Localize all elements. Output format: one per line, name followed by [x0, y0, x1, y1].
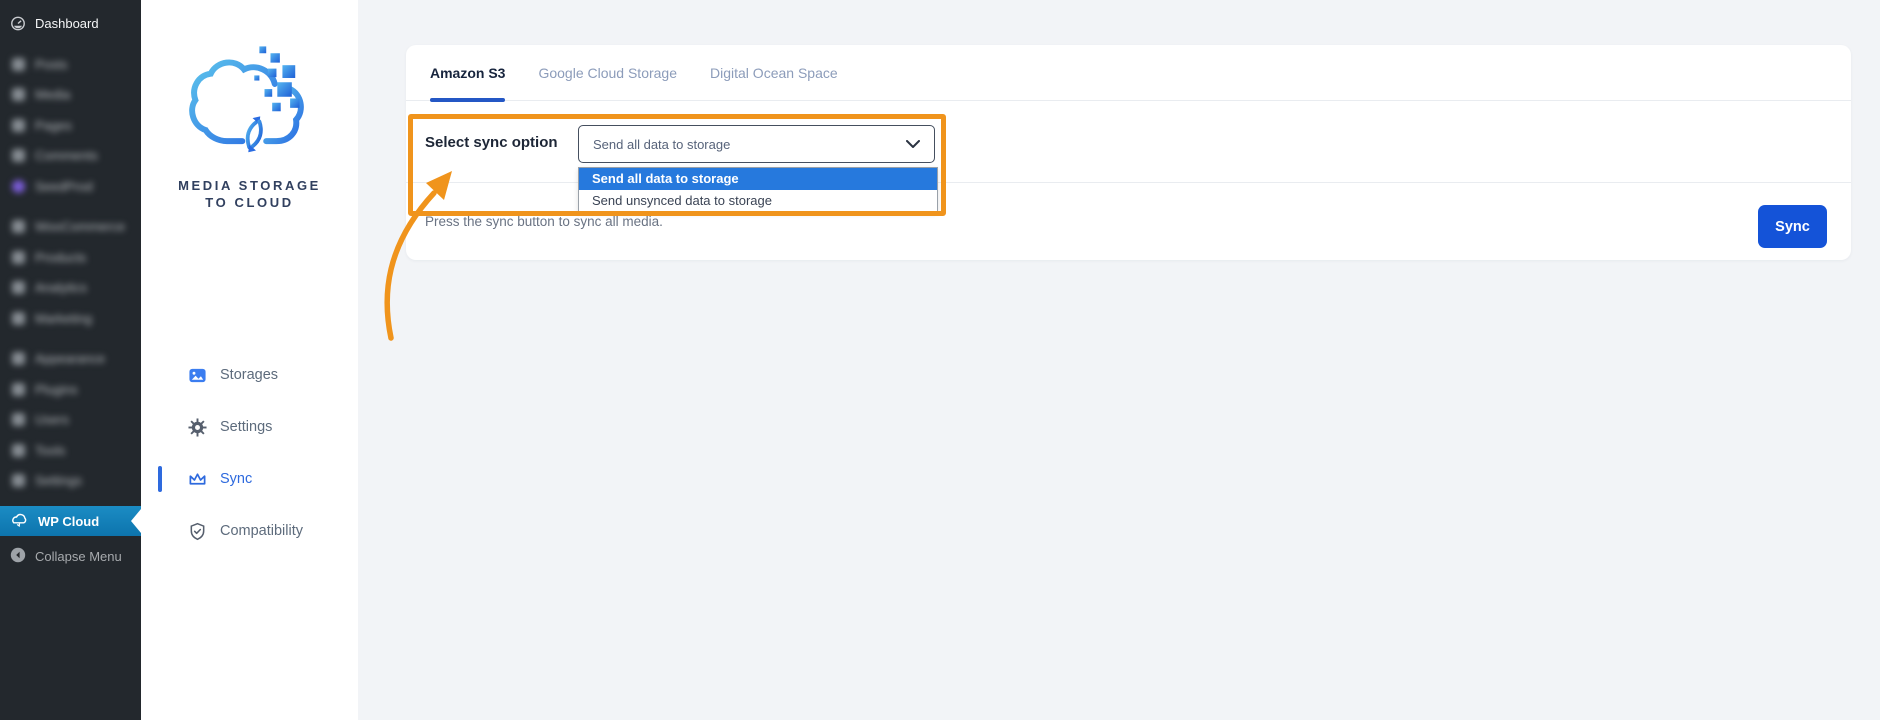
seedprod-icon: [10, 178, 26, 194]
products-icon: [10, 249, 26, 265]
sidebar-item-label: Settings: [35, 473, 82, 488]
tab-google-cloud-storage[interactable]: Google Cloud Storage: [538, 45, 677, 101]
wp-admin-sidebar: Dashboard Posts Media Pages Comments SeedProd…: [0, 0, 141, 720]
sidebar-item-label: Products: [35, 250, 86, 265]
sidebar-item-label: Appearance: [35, 351, 105, 366]
plugin-nav-label: Settings: [220, 419, 272, 435]
pages-icon: [10, 117, 26, 133]
sidebar-item-label: Analytics: [35, 280, 87, 295]
sidebar-item-label: WP Cloud: [38, 514, 99, 529]
sidebar-item-label: Comments: [35, 148, 98, 163]
sidebar-item-plugins[interactable]: Plugins: [0, 374, 141, 405]
plugin-nav-label: Sync: [220, 471, 252, 487]
sidebar-item-settings[interactable]: Settings: [0, 466, 141, 497]
sidebar-item-appearance[interactable]: Appearance: [0, 344, 141, 375]
sidebar-item-wp-cloud[interactable]: WP Cloud: [0, 506, 141, 536]
marketing-icon: [10, 310, 26, 326]
shield-icon: [188, 522, 207, 541]
main-card: Amazon S3 Google Cloud Storage Digital Oce…: [406, 45, 1851, 260]
plugin-logo: MEDIA STORAGE TO CLOUD: [141, 44, 358, 211]
sidebar-item-analytics[interactable]: Analytics: [0, 273, 141, 304]
cloud-sync-icon: [10, 512, 29, 530]
sidebar-item-label: WooCommerce: [35, 219, 125, 234]
woocommerce-icon: [10, 219, 26, 235]
appearance-icon: [10, 351, 26, 367]
analytics-icon: [10, 280, 26, 296]
plugin-nav-settings[interactable]: Settings: [141, 412, 358, 442]
select-sync-option-label: Select sync option: [425, 101, 558, 183]
sidebar-item-media[interactable]: Media: [0, 80, 141, 111]
tools-icon: [10, 442, 26, 458]
sidebar-item-marketing[interactable]: Marketing: [0, 303, 141, 334]
comments-icon: [10, 148, 26, 164]
tab-amazon-s3[interactable]: Amazon S3: [430, 45, 505, 101]
sidebar-item-label: Dashboard: [35, 16, 99, 31]
sidebar-item-label: Posts: [35, 57, 68, 72]
sync-button[interactable]: Sync: [1758, 205, 1827, 248]
gear-icon: [188, 418, 207, 437]
sync-icon: [188, 470, 207, 489]
plugin-nav-storages[interactable]: Storages: [141, 360, 358, 390]
dashboard-icon: [10, 15, 26, 31]
sync-option-select-value: Send all data to storage: [593, 137, 730, 152]
sync-option-select[interactable]: Send all data to storage: [578, 125, 935, 163]
plugin-sidebar: MEDIA STORAGE TO CLOUD Storages Settings S…: [141, 0, 358, 720]
cloud-pixels-logo-icon: [186, 44, 314, 170]
sidebar-item-products[interactable]: Products: [0, 242, 141, 273]
sync-option-dropdown-list: Send all data to storageSend unsynced da…: [578, 167, 938, 212]
settings-icon: [10, 473, 26, 489]
sidebar-item-label: Marketing: [35, 311, 92, 326]
image-icon: [188, 366, 207, 385]
sidebar-item-label: SeedProd: [35, 179, 93, 194]
media-icon: [10, 87, 26, 103]
plugins-icon: [10, 381, 26, 397]
users-icon: [10, 412, 26, 428]
plugin-nav-label: Storages: [220, 367, 278, 383]
dropdown-option-send-unsynced-data-to-storage[interactable]: Send unsynced data to storage: [579, 190, 937, 212]
posts-icon: [10, 56, 26, 72]
sidebar-item-seedprod[interactable]: SeedProd: [0, 171, 141, 202]
plugin-nav-sync[interactable]: Sync: [141, 464, 358, 494]
plugin-logo-title: MEDIA STORAGE TO CLOUD: [141, 177, 358, 211]
storage-tabs: Amazon S3 Google Cloud Storage Digital Oce…: [406, 45, 1851, 101]
plugin-nav-compatibility[interactable]: Compatibility: [141, 516, 358, 546]
sidebar-item-label: Pages: [35, 118, 72, 133]
sidebar-item-dashboard[interactable]: Dashboard: [0, 6, 141, 40]
sidebar-item-woocommerce[interactable]: WooCommerce: [0, 212, 141, 243]
sidebar-item-tools[interactable]: Tools: [0, 435, 141, 466]
collapse-menu-button[interactable]: Collapse Menu: [0, 542, 141, 570]
chevron-down-icon: [906, 137, 920, 152]
sidebar-item-pages[interactable]: Pages: [0, 110, 141, 141]
sidebar-item-label: Users: [35, 412, 69, 427]
tab-digital-ocean-space[interactable]: Digital Ocean Space: [710, 45, 838, 101]
sidebar-item-label: Tools: [35, 443, 65, 458]
sidebar-item-label: Media: [35, 87, 70, 102]
sidebar-item-label: Plugins: [35, 382, 78, 397]
dropdown-option-send-all-data-to-storage[interactable]: Send all data to storage: [579, 168, 937, 190]
plugin-nav-label: Compatibility: [220, 523, 303, 539]
collapse-menu-label: Collapse Menu: [35, 549, 122, 564]
collapse-arrow-icon: [10, 547, 26, 566]
sidebar-item-comments[interactable]: Comments: [0, 141, 141, 172]
current-menu-notch: [131, 509, 141, 533]
sidebar-item-users[interactable]: Users: [0, 405, 141, 436]
sidebar-item-posts[interactable]: Posts: [0, 49, 141, 80]
